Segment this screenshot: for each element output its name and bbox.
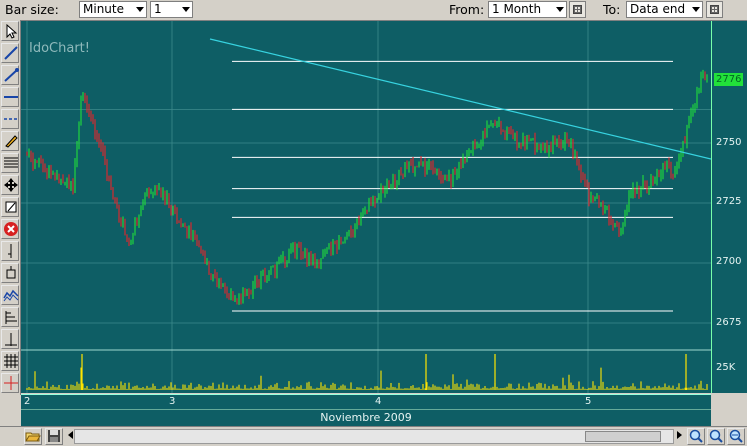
horizontal-line-icon [4, 96, 18, 98]
bottom-toolbar [0, 426, 747, 446]
folder-open-icon [25, 432, 41, 442]
trend-line-icon [4, 68, 19, 82]
zoom-out-button[interactable] [707, 428, 725, 445]
price-tick-label: 2725 [716, 196, 742, 207]
volume-bars [26, 354, 708, 390]
bar-count-value: 1 [154, 2, 162, 16]
drawing-toolbar [0, 20, 21, 395]
chevron-down-icon [556, 7, 564, 12]
move-icon [4, 178, 18, 192]
scroll-right-button[interactable] [674, 428, 684, 445]
tool-button-zoom-window[interactable] [1, 263, 19, 283]
to-label: To: [603, 2, 621, 17]
price-tick-label: 2750 [716, 137, 742, 148]
vertical-line-icon [8, 244, 12, 258]
to-calendar-button[interactable] [706, 1, 723, 18]
candles [26, 69, 708, 305]
tool-button-delete[interactable] [1, 219, 19, 239]
calendar-icon [573, 5, 582, 14]
from-calendar-button[interactable] [569, 1, 586, 18]
zoom-fit-icon [729, 429, 743, 443]
bar-size-label: Bar size: [5, 2, 59, 17]
tool-button-tool-14[interactable] [1, 329, 19, 349]
zoom-in-icon [689, 429, 703, 443]
tool-button-arrow-pointer[interactable] [1, 21, 19, 41]
price-chart[interactable] [21, 21, 711, 393]
floppy-disk-icon [48, 430, 60, 442]
open-button[interactable] [24, 428, 42, 445]
from-select[interactable]: 1 Month [488, 1, 567, 18]
zoom-out-icon [709, 429, 723, 443]
calendar-icon [710, 5, 719, 14]
zoom-fit-button[interactable] [727, 428, 745, 445]
to-value: Data end [630, 2, 686, 16]
chevron-down-icon [136, 7, 144, 12]
chevron-down-icon [182, 7, 190, 12]
bar-size-select[interactable]: Minute [79, 1, 147, 18]
price-tick-label: 2700 [716, 256, 742, 267]
from-value: 1 Month [492, 2, 542, 16]
time-scrollbar[interactable] [74, 429, 674, 444]
arrow-right-icon [677, 431, 682, 439]
crosshair-icon [4, 376, 18, 390]
zoom-window-icon [6, 266, 16, 279]
day-tick-label: 3 [169, 396, 176, 407]
tool-13-icon [5, 311, 17, 324]
arrow-left-icon [68, 431, 73, 439]
tool-14-icon [5, 333, 17, 346]
tool-button-vertical-line[interactable] [1, 241, 19, 261]
day-tick-label: 2 [24, 396, 31, 407]
zoom-in-button[interactable] [687, 428, 705, 445]
arrow-pointer-icon [6, 23, 18, 39]
delete-icon [4, 222, 18, 236]
tool-button-crosshair[interactable] [1, 373, 19, 393]
tool-button-grid[interactable] [1, 351, 19, 371]
bar-size-value: Minute [83, 2, 124, 16]
tool-button-chart-type[interactable] [1, 285, 19, 305]
price-axis[interactable]: 2776 2750 2725 2700 2675 25K [711, 21, 747, 393]
fibonacci-icon [4, 157, 18, 168]
chart-type-icon [3, 289, 19, 302]
to-select[interactable]: Data end [626, 1, 703, 18]
tool-button-horizontal-ray[interactable] [1, 109, 19, 129]
grid-icon [4, 354, 18, 368]
horizontal-ray-icon [4, 118, 18, 120]
day-tick-label: 5 [585, 396, 592, 407]
from-label: From: [449, 2, 485, 17]
trend-line[interactable] [209, 38, 711, 160]
watermark: IdoChart! [29, 41, 90, 56]
tool-button-fibonacci[interactable] [1, 153, 19, 173]
eraser-icon [5, 201, 17, 213]
time-axis[interactable]: 2 3 4 5 [21, 394, 711, 410]
tool-button-trend-line[interactable] [1, 65, 19, 85]
scrollbar-thumb[interactable] [585, 431, 661, 442]
current-price-label: 2776 [714, 73, 744, 86]
month-label: Noviembre 2009 [21, 409, 711, 426]
chart-area[interactable]: IdoChart! [21, 21, 711, 393]
price-tick-label: 2675 [716, 317, 742, 328]
top-toolbar: Bar size: Minute 1 From: 1 Month To: Dat… [0, 0, 747, 21]
line-icon [4, 46, 18, 60]
save-button[interactable] [45, 428, 63, 445]
tool-button-tool-13[interactable] [1, 307, 19, 327]
volume-tick-label: 25K [716, 362, 736, 373]
tool-button-pencil[interactable] [1, 131, 19, 151]
tool-button-move[interactable] [1, 175, 19, 195]
pencil-icon [5, 135, 18, 148]
tool-button-line[interactable] [1, 43, 19, 63]
tool-button-horizontal-line[interactable] [1, 87, 19, 107]
bar-count-select[interactable]: 1 [150, 1, 193, 18]
chevron-down-icon [692, 7, 700, 12]
day-tick-label: 4 [375, 396, 382, 407]
tool-button-eraser[interactable] [1, 197, 19, 217]
